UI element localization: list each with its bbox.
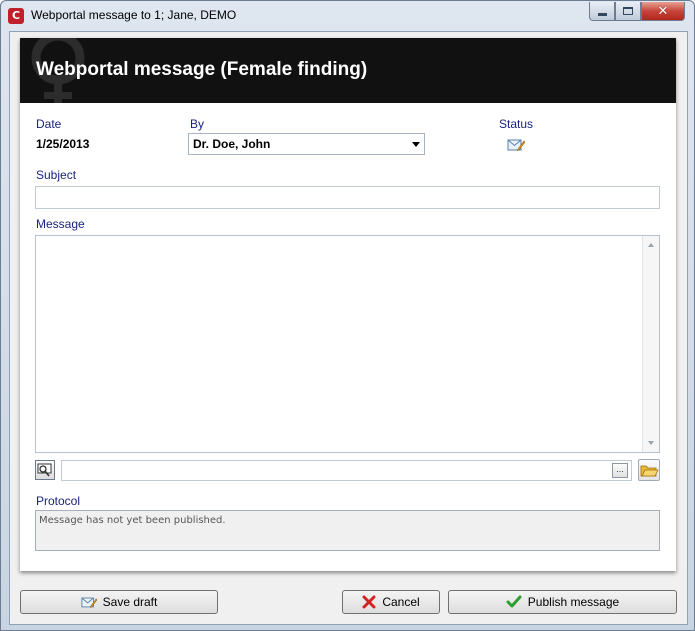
maximize-icon bbox=[623, 7, 633, 15]
protocol-label: Protocol bbox=[36, 494, 81, 508]
folder-open-icon bbox=[640, 465, 659, 477]
subject-label: Subject bbox=[36, 168, 77, 182]
date-value: 1/25/2013 bbox=[36, 137, 90, 151]
magnifier-screen-icon bbox=[37, 463, 52, 477]
message-card: Webportal message (Female finding) Date … bbox=[20, 38, 676, 571]
subject-input[interactable] bbox=[35, 186, 660, 209]
scroll-up-icon[interactable] bbox=[648, 243, 654, 247]
close-icon: ✕ bbox=[657, 3, 669, 19]
window-title: Webportal message to 1; Jane, DEMO bbox=[31, 8, 237, 22]
by-label: By bbox=[190, 117, 205, 131]
message-textarea[interactable] bbox=[35, 235, 660, 453]
dialog-client-area: Webportal message (Female finding) Date … bbox=[9, 31, 688, 625]
message-label: Message bbox=[36, 217, 85, 231]
dialog-window: C Webportal message to 1; Jane, DEMO ✕ W… bbox=[0, 0, 695, 631]
publish-label: Publish message bbox=[527, 595, 620, 609]
cancel-button[interactable]: Cancel bbox=[342, 590, 440, 614]
status-label: Status bbox=[499, 117, 534, 131]
open-folder-button[interactable] bbox=[638, 459, 660, 481]
attachment-input[interactable]: ... bbox=[61, 460, 632, 481]
by-selected-value: Dr. Doe, John bbox=[193, 137, 271, 151]
by-dropdown[interactable]: Dr. Doe, John bbox=[188, 133, 425, 155]
app-logo-icon[interactable]: C bbox=[8, 8, 24, 24]
cancel-label: Cancel bbox=[382, 595, 420, 609]
chevron-down-icon[interactable] bbox=[412, 142, 420, 147]
envelope-edit-icon bbox=[81, 597, 97, 608]
date-label: Date bbox=[36, 117, 62, 131]
minimize-button[interactable] bbox=[589, 2, 615, 21]
title-bar[interactable]: C Webportal message to 1; Jane, DEMO ✕ bbox=[1, 1, 694, 31]
publish-message-button[interactable]: Publish message bbox=[448, 590, 677, 614]
message-scrollbar[interactable] bbox=[642, 236, 659, 452]
card-header: Webportal message (Female finding) bbox=[20, 38, 676, 103]
x-icon bbox=[362, 595, 376, 609]
save-draft-button[interactable]: Save draft bbox=[20, 590, 218, 614]
minimize-icon bbox=[597, 12, 607, 16]
checkmark-icon bbox=[506, 595, 522, 608]
envelope-edit-icon[interactable] bbox=[507, 137, 525, 152]
scroll-down-icon[interactable] bbox=[648, 441, 654, 445]
protocol-textbox: Message has not yet been published. bbox=[35, 510, 660, 551]
attachment-preview-button[interactable] bbox=[35, 460, 55, 480]
close-button[interactable]: ✕ bbox=[641, 2, 685, 21]
page-title: Webportal message (Female finding) bbox=[36, 59, 368, 80]
attachment-browse-button[interactable]: ... bbox=[612, 463, 628, 478]
save-draft-label: Save draft bbox=[102, 595, 158, 609]
maximize-button[interactable] bbox=[615, 2, 641, 21]
